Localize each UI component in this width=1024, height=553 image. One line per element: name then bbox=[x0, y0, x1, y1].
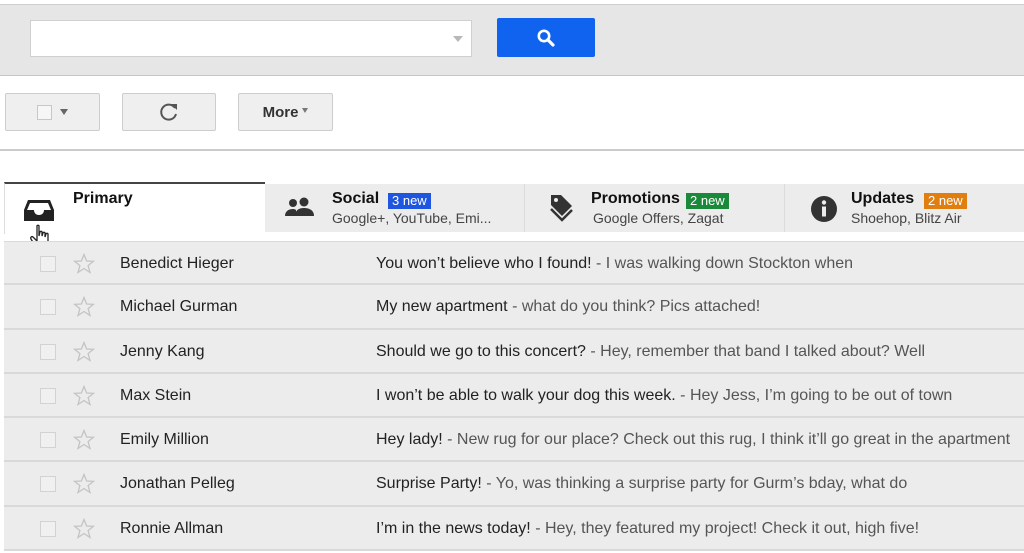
email-preview: Should we go to this concert? - Hey, rem… bbox=[376, 343, 1024, 361]
email-snippet: - Yo, was thinking a surprise party for … bbox=[486, 475, 908, 493]
row-checkbox[interactable] bbox=[40, 520, 56, 537]
email-snippet: - Hey, remember that band I talked about… bbox=[590, 342, 926, 360]
star-icon[interactable] bbox=[73, 473, 95, 495]
star-icon[interactable] bbox=[73, 517, 95, 540]
tab-updates[interactable]: Updates 2 new Shoehop, Blitz Air bbox=[785, 184, 1024, 232]
email-subject: I won’t be able to walk your dog this we… bbox=[376, 386, 681, 404]
tab-subtitle: Shoehop, Blitz Air bbox=[851, 210, 962, 226]
inbox-icon bbox=[24, 200, 54, 221]
email-snippet: - what do you think? Pics attached! bbox=[512, 298, 761, 316]
email-subject: My new apartment bbox=[376, 298, 513, 316]
email-preview: Hey lady! - New rug for our place? Check… bbox=[376, 431, 1024, 449]
new-count-badge: 2 new bbox=[686, 193, 729, 209]
email-preview: I won’t be able to walk your dog this we… bbox=[376, 387, 1024, 405]
email-row[interactable]: Jenny Kang Should we go to this concert? … bbox=[4, 329, 1024, 374]
email-sender: Ronnie Allman bbox=[120, 519, 224, 537]
checkbox-icon[interactable] bbox=[37, 104, 52, 120]
email-row[interactable]: Emily Million Hey lady! - New rug for our… bbox=[4, 418, 1024, 463]
email-sender: Benedict Hieger bbox=[120, 255, 234, 272]
search-icon bbox=[537, 29, 555, 47]
people-icon bbox=[285, 197, 314, 216]
email-subject: I’m in the news today! bbox=[376, 519, 531, 537]
email-sender: Michael Gurman bbox=[120, 298, 238, 316]
email-row[interactable]: Ronnie Allman I’m in the news today! - He… bbox=[4, 506, 1024, 552]
email-snippet: - New rug for our place? Check out this … bbox=[447, 431, 1011, 449]
email-snippet: - I was walking down Stockton when bbox=[591, 255, 854, 272]
tab-subtitle: Google+, YouTube, Emi... bbox=[332, 210, 492, 226]
email-row[interactable]: Michael Gurman My new apartment - what do… bbox=[4, 285, 1024, 330]
row-checkbox[interactable] bbox=[40, 476, 56, 493]
email-subject: Surprise Party! bbox=[376, 475, 487, 493]
star-icon[interactable] bbox=[73, 384, 95, 407]
row-checkbox[interactable] bbox=[40, 299, 56, 316]
search-options-dropdown-icon[interactable] bbox=[453, 36, 463, 42]
email-preview: Surprise Party! - Yo, was thinking a sur… bbox=[376, 475, 1024, 493]
email-sender: Jonathan Pelleg bbox=[120, 475, 235, 493]
more-label: More bbox=[262, 103, 299, 121]
email-row[interactable]: Benedict Hieger You won’t believe who I f… bbox=[4, 241, 1024, 286]
search-field[interactable] bbox=[39, 21, 443, 56]
row-checkbox[interactable] bbox=[40, 387, 56, 404]
new-count-badge: 3 new bbox=[388, 193, 431, 209]
info-icon bbox=[811, 196, 837, 222]
tab-title: Promotions bbox=[591, 190, 680, 207]
tab-promotions[interactable]: Promotions 2 new Google Offers, Zagat bbox=[525, 184, 785, 232]
star-icon[interactable] bbox=[73, 340, 95, 363]
row-checkbox[interactable] bbox=[40, 256, 56, 272]
star-icon[interactable] bbox=[73, 296, 95, 318]
search-bar bbox=[0, 4, 1024, 76]
email-sender: Max Stein bbox=[120, 386, 192, 404]
email-subject: Should we go to this concert? bbox=[376, 342, 591, 360]
tab-title: Social bbox=[332, 190, 380, 207]
email-row[interactable]: Max Stein I won’t be able to walk your do… bbox=[4, 373, 1024, 419]
email-sender: Jenny Kang bbox=[120, 342, 205, 360]
tag-icon bbox=[550, 195, 573, 222]
new-count-badge: 2 new bbox=[924, 193, 967, 209]
refresh-button[interactable] bbox=[122, 93, 216, 131]
star-icon[interactable] bbox=[73, 253, 95, 275]
email-subject: Hey lady! bbox=[376, 431, 448, 449]
category-tabs: Primary Social 3 new Google+, YouTube, E… bbox=[4, 182, 1024, 249]
email-snippet: - Hey, they featured my project! Check i… bbox=[530, 519, 920, 537]
chevron-down-icon bbox=[60, 109, 68, 115]
more-button[interactable]: More bbox=[238, 93, 333, 131]
email-sender: Emily Million bbox=[120, 431, 209, 449]
toolbar-divider bbox=[0, 149, 1024, 151]
email-list: Benedict Hieger You won’t believe who I f… bbox=[4, 241, 1024, 552]
tab-title: Primary bbox=[73, 190, 133, 207]
search-button[interactable] bbox=[497, 18, 595, 57]
tab-title: Updates bbox=[851, 190, 915, 207]
email-snippet: - Hey Jess, I’m going to be out of town bbox=[680, 386, 953, 404]
search-input[interactable] bbox=[30, 20, 472, 57]
tab-primary[interactable]: Primary bbox=[4, 182, 265, 249]
chevron-down-icon bbox=[302, 107, 309, 113]
refresh-icon bbox=[160, 103, 177, 121]
email-row[interactable]: Jonathan Pelleg Surprise Party! - Yo, was… bbox=[4, 462, 1024, 507]
email-preview: I’m in the news today! - Hey, they featu… bbox=[376, 520, 1024, 538]
tab-social[interactable]: Social 3 new Google+, YouTube, Emi... bbox=[265, 184, 525, 232]
select-all-button[interactable] bbox=[5, 93, 100, 131]
row-checkbox[interactable] bbox=[40, 432, 56, 449]
tab-subtitle: Google Offers, Zagat bbox=[593, 210, 724, 226]
star-icon[interactable] bbox=[73, 429, 95, 451]
row-checkbox[interactable] bbox=[40, 343, 56, 360]
email-subject: You won’t believe who I found! bbox=[376, 255, 592, 272]
email-preview: My new apartment - what do you think? Pi… bbox=[376, 298, 1024, 316]
email-preview: You won’t believe who I found! - I was w… bbox=[376, 255, 1024, 273]
